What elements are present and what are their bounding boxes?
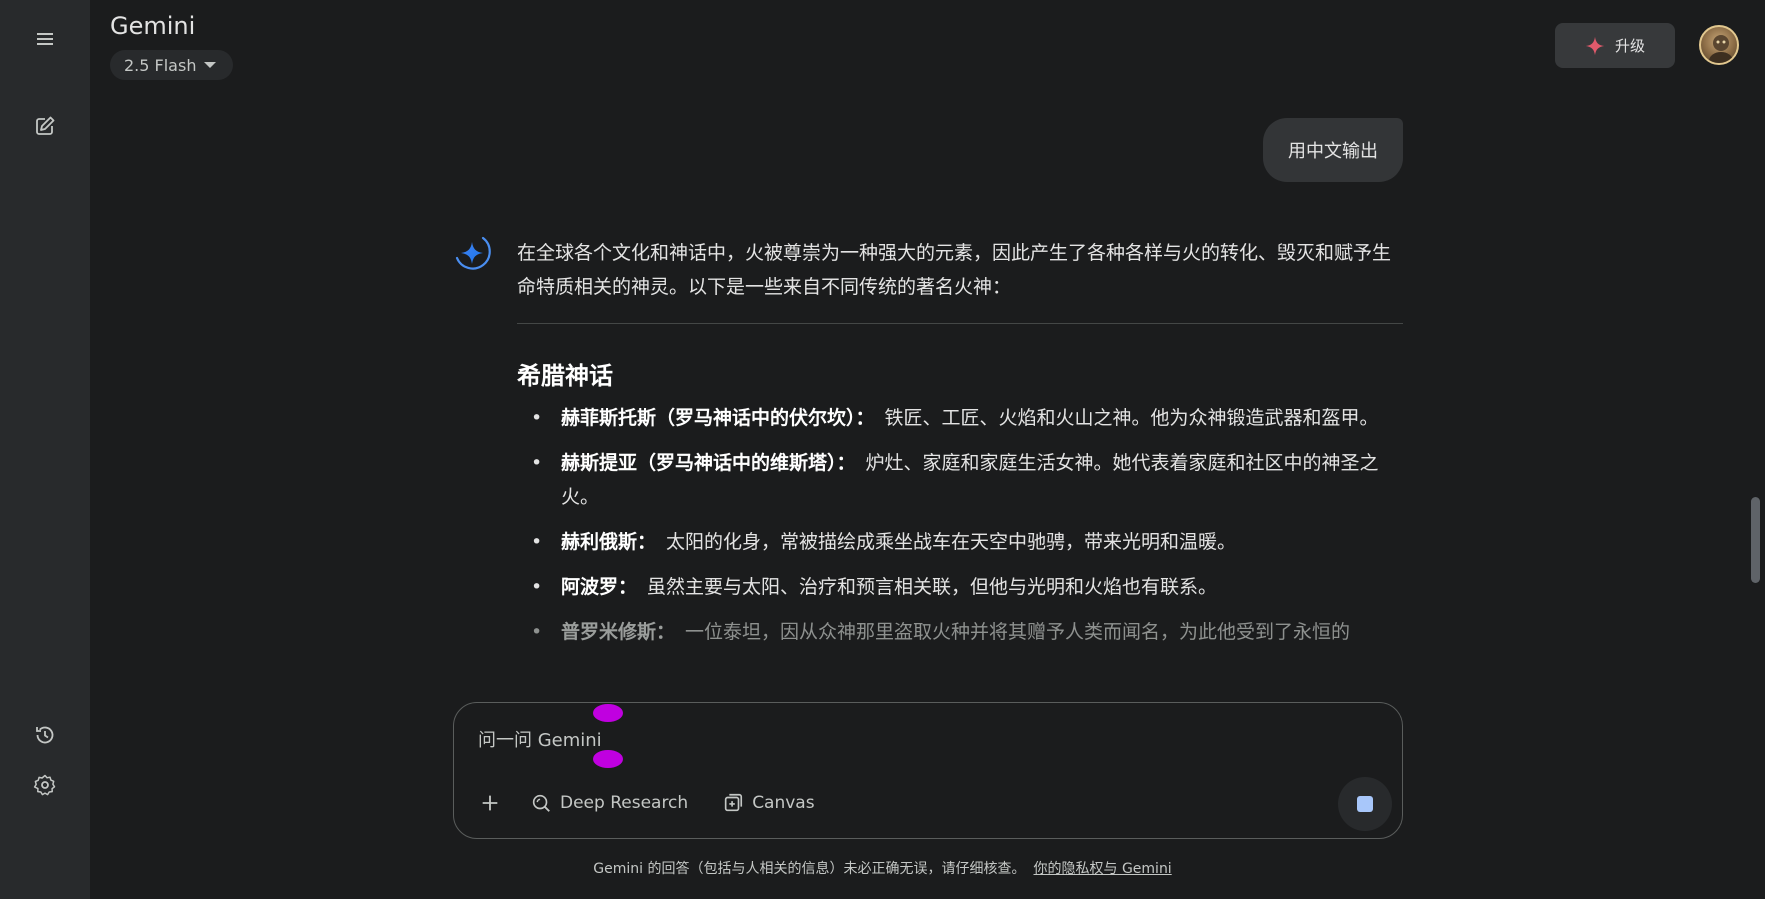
list-item: 赫菲斯托斯（罗马神话中的伏尔坎）： 铁匠、工匠、火焰和火山之神。他为众神锻造武器和… (517, 401, 1403, 435)
gemini-sparkle-icon (455, 236, 491, 270)
deep-research-button[interactable]: Deep Research (518, 785, 700, 821)
deep-research-label: Deep Research (560, 793, 689, 813)
deity-description: 太阳的化身，常被描绘成乘坐战车在天空中驰骋，带来光明和温暖。 (666, 531, 1237, 553)
model-label: 2.5 Flash (124, 55, 197, 75)
scrollbar-thumb[interactable] (1751, 497, 1760, 583)
response-intro: 在全球各个文化和神话中，火被尊崇为一种强大的元素，因此产生了各种各样与火的转化、… (517, 242, 1392, 298)
gear-icon (33, 774, 56, 796)
canvas-button[interactable]: Canvas (710, 785, 826, 821)
new-chat-button[interactable] (25, 106, 65, 146)
gemini-app: Gemini 2.5 Flash 升级 用中文输出 在全球各个文化和神话中，火被… (0, 0, 1765, 899)
list-item: 赫斯提亚（罗马神话中的维斯塔）：炉灶、家庭和家庭生活女神。她代表着家庭和社区中的… (517, 446, 1403, 514)
text-cursor-top-icon (593, 704, 623, 722)
model-selector[interactable]: 2.5 Flash (110, 50, 233, 80)
add-file-button[interactable] (472, 785, 508, 821)
prompt-input[interactable] (478, 725, 1178, 755)
text-cursor-bottom-icon (593, 750, 623, 768)
deity-description: 虽然主要与太阳、治疗和预言相关联，但他与光明和火焰也有联系。 (647, 576, 1218, 598)
upgrade-label: 升级 (1614, 37, 1645, 55)
sidebar-rail (0, 0, 90, 899)
divider (517, 323, 1403, 324)
caret-down-icon (204, 62, 217, 68)
main-menu-button[interactable] (25, 19, 65, 59)
stop-response-button[interactable] (1338, 777, 1392, 831)
app-title: Gemini (110, 12, 196, 40)
upgrade-button[interactable]: 升级 (1555, 23, 1675, 68)
deity-name: 阿波罗： (561, 576, 638, 598)
plus-icon (482, 795, 498, 811)
user-message-bubble: 用中文输出 (1263, 118, 1403, 182)
deity-name: 赫利俄斯： (561, 531, 657, 553)
deity-name: 普罗米修斯： (561, 621, 676, 643)
list-item: 赫利俄斯： 太阳的化身，常被描绘成乘坐战车在天空中驰骋，带来光明和温暖。 (517, 525, 1403, 559)
prompt-toolbar: Deep Research Canvas (472, 785, 827, 821)
settings-button[interactable] (25, 765, 65, 805)
canvas-icon (725, 793, 743, 812)
section-heading: 希腊神话 (517, 362, 613, 390)
avatar-image (1709, 35, 1733, 63)
hamburger-menu-icon (37, 33, 53, 45)
deity-description: 铁匠、工匠、火焰和火山之神。他为众神锻造武器和盔甲。 (884, 407, 1379, 429)
deity-name: 赫斯提亚（罗马神话中的维斯塔）： (561, 452, 856, 474)
footer-disclaimer: Gemini 的回答（包括与人相关的信息）未必正确无误，请仔细核查。 你的隐私权与… (0, 858, 1765, 878)
deep-research-icon (532, 794, 550, 812)
prompt-box: Deep Research Canvas (453, 702, 1403, 839)
stop-icon (1357, 796, 1373, 812)
list-item: 普罗米修斯： 一位泰坦，因从众神那里盗取火种并将其赠予人类而闻名，为此他受到了永恒… (517, 615, 1403, 649)
deity-name: 赫菲斯托斯（罗马神话中的伏尔坎）： (561, 407, 875, 429)
list-item: 阿波罗： 虽然主要与太阳、治疗和预言相关联，但他与光明和火焰也有联系。 (517, 570, 1403, 604)
edit-square-icon (36, 116, 55, 135)
model-response: 在全球各个文化和神话中，火被尊崇为一种强大的元素，因此产生了各种各样与火的转化、… (517, 236, 1403, 688)
deity-description: 一位泰坦，因从众神那里盗取火种并将其赠予人类而闻名，为此他受到了永恒的 (685, 621, 1351, 643)
canvas-label: Canvas (752, 793, 815, 813)
activity-button[interactable] (25, 715, 65, 755)
account-avatar[interactable] (1699, 25, 1739, 65)
deity-list: 赫菲斯托斯（罗马神话中的伏尔坎）： 铁匠、工匠、火焰和火山之神。他为众神锻造武器和… (517, 401, 1403, 649)
disclaimer-text: Gemini 的回答（包括与人相关的信息）未必正确无误，请仔细核查。 (593, 861, 1026, 877)
sparkle-icon (1585, 36, 1605, 55)
privacy-link[interactable]: 你的隐私权与 Gemini (1034, 861, 1172, 877)
user-message-text: 用中文输出 (1288, 141, 1378, 162)
history-icon (36, 726, 54, 744)
